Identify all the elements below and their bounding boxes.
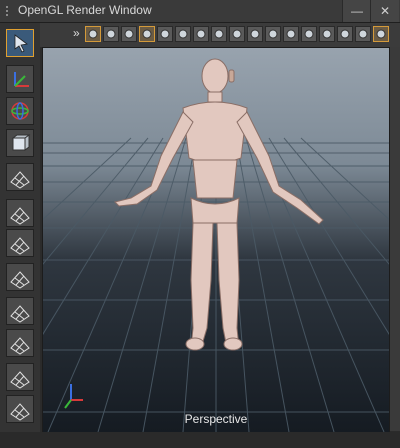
toolbar-button-head[interactable]	[85, 26, 101, 42]
light-icon	[196, 29, 206, 39]
toolbar-button-wand[interactable]	[319, 26, 335, 42]
drag-grip-icon[interactable]	[6, 6, 12, 16]
bottom-bar	[0, 432, 400, 448]
toolbar-overflow-icon[interactable]: »	[73, 26, 80, 40]
scene-canvas[interactable]	[43, 48, 389, 432]
minimize-icon: —	[351, 4, 363, 18]
left-tool-cube-view[interactable]	[6, 129, 34, 157]
skeleton-icon	[106, 29, 116, 39]
title-bar[interactable]: OpenGL Render Window — ✕	[0, 0, 400, 23]
left-tool-floor-view[interactable]	[6, 229, 34, 257]
left-tool-three-view-b[interactable]	[6, 329, 34, 357]
bone-icon	[268, 29, 278, 39]
left-tool-three-view[interactable]	[6, 297, 34, 325]
select-arrow-icon	[14, 34, 28, 53]
toolbar-button-skull[interactable]	[301, 26, 317, 42]
close-icon: ✕	[379, 4, 391, 18]
left-tool-perspective-grid[interactable]	[6, 163, 34, 191]
cube-icon	[160, 29, 170, 39]
sphere-icon	[142, 29, 152, 39]
camera-icon	[250, 29, 260, 39]
left-toolbar	[0, 23, 40, 448]
toolbar-button-wave[interactable]	[229, 26, 245, 42]
perspective-grid-icon	[10, 171, 30, 189]
three-view-b-icon	[10, 337, 30, 355]
wave-icon	[232, 29, 242, 39]
grid-toggle-icon	[376, 29, 386, 39]
two-view-icon	[10, 207, 30, 225]
toolbar-button-skeleton[interactable]	[103, 26, 119, 42]
top-toolbar: »	[0, 23, 400, 47]
window-title: OpenGL Render Window	[18, 3, 152, 17]
toolbar-button-rig[interactable]	[121, 26, 137, 42]
left-tool-three-view-c[interactable]	[6, 395, 34, 423]
sparkle-icon	[178, 29, 188, 39]
rotate-gizmo-icon	[11, 102, 29, 120]
left-tool-select-arrow[interactable]	[6, 29, 34, 57]
render-viewport[interactable]: Perspective	[42, 47, 390, 433]
toolbar-button-sphere[interactable]	[139, 26, 155, 42]
toolbar-button-stripes[interactable]	[355, 26, 371, 42]
left-tool-axis-move[interactable]	[6, 65, 34, 93]
three-view-icon	[10, 305, 30, 323]
toolbar-button-sparkle[interactable]	[175, 26, 191, 42]
knife-icon	[340, 29, 350, 39]
robot-figure[interactable]	[114, 58, 324, 351]
three-view-c-icon	[10, 403, 30, 421]
minimize-button[interactable]: —	[342, 0, 371, 22]
left-tool-two-view[interactable]	[6, 199, 34, 227]
toolbar-button-knife[interactable]	[337, 26, 353, 42]
cube-view-icon	[11, 134, 31, 151]
right-scroll-strip[interactable]	[390, 47, 400, 431]
skull-icon	[304, 29, 314, 39]
left-tool-four-view[interactable]	[6, 263, 34, 291]
stripes-icon	[358, 29, 368, 39]
toolbar-button-cube[interactable]	[157, 26, 173, 42]
cube-shade-icon	[214, 29, 224, 39]
left-tool-four-view-b[interactable]	[6, 363, 34, 391]
toolbar-button-cube-shade[interactable]	[211, 26, 227, 42]
four-view-b-icon	[10, 371, 30, 389]
rig-icon	[124, 29, 134, 39]
wand-icon	[322, 29, 332, 39]
toolbar-button-grid-toggle[interactable]	[373, 26, 389, 42]
left-tool-rotate-gizmo[interactable]	[6, 97, 34, 125]
toolbar-button-light[interactable]	[193, 26, 209, 42]
viewport-label: Perspective	[184, 412, 248, 426]
toolbar-button-bone[interactable]	[265, 26, 281, 42]
close-button[interactable]: ✕	[370, 0, 399, 22]
ring-icon	[286, 29, 296, 39]
floor-view-icon	[10, 237, 30, 255]
four-view-icon	[10, 271, 30, 289]
head-icon	[88, 29, 98, 39]
toolbar-button-camera[interactable]	[247, 26, 263, 42]
toolbar-button-ring[interactable]	[283, 26, 299, 42]
axis-move-icon	[14, 72, 29, 87]
